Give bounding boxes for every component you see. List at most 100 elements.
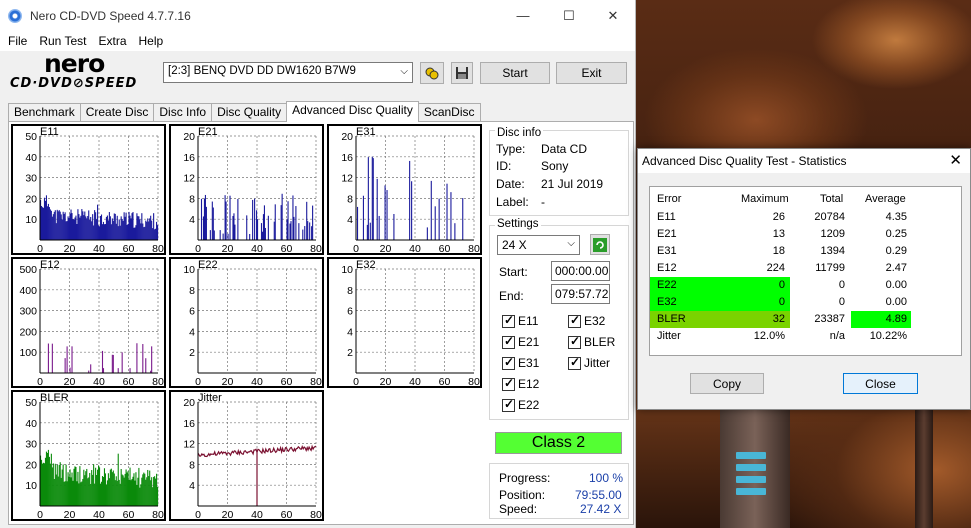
tab-create-disc[interactable]: Create Disc [79,103,155,122]
data-bar [154,476,156,506]
refresh-speed-button[interactable] [590,234,610,255]
chart-plot: 4 8 12 16 20 0 20 40 60 80 [341,131,480,253]
exit-button[interactable]: Exit [556,62,627,84]
chart-title: E22 [198,259,218,271]
statistics-title-bar[interactable]: Advanced Disc Quality Test - Statistics … [638,149,970,173]
data-bar [295,206,297,240]
e11-checkbox[interactable]: E11 [502,313,538,328]
data-bar [90,483,92,506]
x-tick-label: 80 [310,243,322,253]
check-icon [502,376,515,391]
drive-select[interactable]: [2:3] BENQ DVD DD DW1620 B7W9 ⌵ [163,62,413,83]
chart-e21: 4 8 12 16 20 0 20 40 60 80 E21 [169,124,324,255]
tower-light [736,452,766,459]
data-bar [52,463,54,506]
drive-swap-button[interactable] [420,62,444,84]
data-bar [157,486,159,506]
end-label: End: [499,289,524,303]
start-field[interactable]: 000:00.00 [551,261,610,281]
data-bar [85,471,87,506]
data-bar [225,201,227,240]
data-bar [97,204,99,240]
x-tick-label: 40 [251,509,263,519]
data-bar [126,472,128,506]
data-bar [200,198,203,240]
tab-benchmark[interactable]: Benchmark [8,103,81,122]
menu-file[interactable]: File [2,34,33,48]
x-tick-label: 40 [409,243,421,253]
data-bar [92,214,94,240]
data-bar [69,213,71,240]
chart-e22: 2 4 6 8 10 0 20 40 60 80 E22 [169,257,324,388]
data-bar [68,218,70,240]
y-tick-label: 300 [19,306,37,318]
tab-scandisc[interactable]: ScanDisc [417,103,481,122]
x-tick-label: 20 [64,243,76,253]
minimize-button[interactable]: — [500,0,546,31]
e32-checkbox[interactable]: E32 [568,313,605,328]
data-bar [88,210,90,240]
y-tick-label: 6 [347,306,353,318]
e12-checkbox[interactable]: E12 [502,376,539,391]
y-tick-label: 4 [189,214,195,226]
data-bar [68,476,70,506]
e21-checkbox[interactable]: E21 [502,334,539,349]
table-row: E21 13 1209 0.25 [650,226,961,243]
tab-advanced-disc-quality[interactable]: Advanced Disc Quality [286,101,419,122]
maximize-button[interactable]: ☐ [546,0,592,31]
menu-extra[interactable]: Extra [92,34,132,48]
data-bar [57,476,59,506]
data-bar [90,216,92,240]
data-bar [84,475,86,506]
start-button[interactable]: Start [480,62,550,84]
x-tick-label: 60 [123,376,135,386]
data-bar [73,468,75,506]
y-tick-label: 8 [347,285,353,297]
statistics-close-icon[interactable]: ✕ [949,151,962,169]
e31-checkbox[interactable]: E31 [502,355,539,370]
disc-id-label: ID: [496,159,512,173]
data-bar [73,219,75,240]
data-bar [132,476,134,506]
data-bar [151,220,153,240]
e22-checkbox[interactable]: E22 [502,397,539,412]
data-bar [142,344,144,373]
copy-button[interactable]: Copy [690,373,764,394]
data-bar [117,453,119,506]
data-bar [116,480,118,506]
data-bar [80,215,82,240]
data-bar [115,223,117,240]
chart-plot: 4 8 12 16 20 0 20 40 60 80 [183,397,322,519]
tab-disc-info[interactable]: Disc Info [153,103,213,122]
jitter-checkbox[interactable]: Jitter [568,355,610,370]
close-dialog-button[interactable]: Close [843,373,918,394]
close-button[interactable]: ✕ [590,0,636,31]
bler-checkbox[interactable]: BLER [568,334,615,349]
disc-label-value: - [541,195,545,209]
data-bar [71,346,73,373]
data-bar [85,216,87,240]
data-bar [97,469,99,506]
data-bar [136,343,138,373]
end-field[interactable]: 079:57.72 [551,284,610,304]
title-bar[interactable]: Nero CD-DVD Speed 4.7.7.16 — ☐ ✕ [0,0,635,31]
menu-run-test[interactable]: Run Test [33,34,92,48]
data-bar [54,463,56,506]
data-bar [117,226,119,240]
data-bar [100,214,103,240]
floppy-disk-icon [456,67,468,79]
menu-help[interactable]: Help [133,34,170,48]
tab-disc-quality[interactable]: Disc Quality [211,103,288,122]
save-button[interactable] [451,62,473,84]
table-row: BLER 32 23387 4.89 [650,311,961,328]
tower-light [736,488,766,495]
data-bar [129,215,131,240]
data-bar [127,471,129,506]
data-bar [137,216,139,240]
speed-select[interactable]: 24 X ⌵ [497,235,580,255]
data-bar [74,217,76,240]
data-bar [430,180,432,240]
x-tick-label: 0 [37,243,43,253]
cell-total: 1209 [820,228,845,240]
x-tick-label: 20 [380,243,392,253]
